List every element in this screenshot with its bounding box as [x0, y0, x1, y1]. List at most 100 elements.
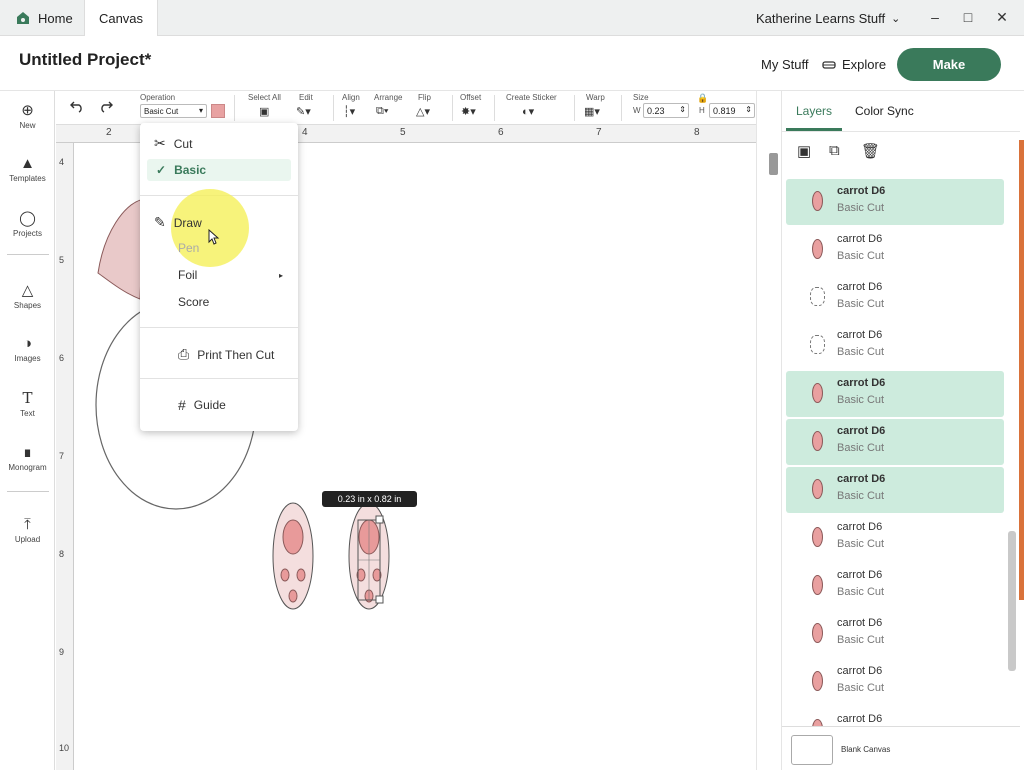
panel-scrollbar[interactable]: [1008, 531, 1016, 671]
resize-handle[interactable]: [375, 515, 384, 524]
dropdown-cut-header: ✂ Cut: [140, 135, 298, 152]
layer-row[interactable]: carrot D6 Basic Cut: [786, 611, 1004, 657]
color-swatch[interactable]: [211, 104, 225, 118]
bunny-foot-left[interactable]: [272, 502, 314, 610]
layer-row[interactable]: carrot D6 Basic Cut: [786, 659, 1004, 705]
explore-link[interactable]: Explore: [822, 57, 886, 72]
mouse-cursor-icon: [208, 229, 220, 245]
account-menu[interactable]: Katherine Learns Stuff ⌄: [756, 11, 900, 26]
select-all-icon[interactable]: ▣: [259, 105, 269, 118]
layer-row[interactable]: carrot D6 Basic Cut: [786, 323, 1004, 369]
height-value: 0.819: [713, 106, 736, 116]
layer-operation: Basic Cut: [837, 442, 885, 454]
blank-canvas-row[interactable]: Blank Canvas: [782, 726, 1020, 770]
lock-icon[interactable]: 🔒: [697, 93, 708, 104]
canvas-scrollbar[interactable]: [756, 91, 781, 770]
undo-icon[interactable]: [69, 99, 85, 113]
bunny-ear-shape[interactable]: [97, 198, 145, 300]
blank-canvas-label: Blank Canvas: [841, 745, 891, 754]
select-all-label: Select All: [248, 93, 281, 102]
account-name: Katherine Learns Stuff: [756, 11, 886, 26]
tab-canvas[interactable]: Canvas: [84, 0, 158, 36]
sidebar-item-label: Monogram: [8, 463, 47, 472]
bunny-foot-right[interactable]: [348, 502, 390, 610]
toolbar-divider: [452, 95, 453, 121]
flip-icon[interactable]: △▾: [416, 105, 430, 118]
ruler-number: 4: [59, 157, 65, 167]
layer-row[interactable]: carrot D6 Basic Cut: [786, 563, 1004, 609]
minimize-icon[interactable]: –: [925, 9, 945, 25]
close-icon[interactable]: ✕: [992, 9, 1012, 26]
operation-select[interactable]: Basic Cut ▾: [140, 104, 207, 118]
layer-operation: Basic Cut: [837, 394, 885, 406]
layer-operation: Basic Cut: [837, 682, 885, 694]
align-icon[interactable]: ┆▾: [343, 105, 355, 118]
toolbar-divider: [494, 95, 495, 121]
layer-row[interactable]: carrot D6 Basic Cut: [786, 227, 1004, 273]
trash-icon[interactable]: 🗑: [861, 142, 880, 160]
window-edge-orange: [1019, 140, 1024, 600]
layer-operation: Basic Cut: [837, 202, 885, 214]
ruler-number: 2: [106, 127, 112, 138]
maximize-icon[interactable]: □: [958, 9, 978, 25]
layer-thumbnail: [810, 287, 825, 306]
layer-name: carrot D6: [837, 521, 883, 533]
layer-row[interactable]: carrot D6 Basic Cut: [786, 515, 1004, 561]
sidebar-item-label: Text: [20, 409, 35, 418]
layer-list: carrot D6 Basic Cut carrot D6 Basic Cut carr…: [782, 179, 1020, 734]
arrange-icon[interactable]: ⧉▾: [376, 105, 388, 118]
operation-label: Operation: [140, 93, 176, 102]
layer-row[interactable]: carrot D6 Basic Cut: [786, 419, 1004, 465]
sticker-icon[interactable]: ◐▾: [522, 105, 534, 118]
warp-icon[interactable]: ▦▾: [584, 105, 600, 118]
toolbar-divider: [234, 95, 235, 121]
make-button[interactable]: Make: [897, 48, 1001, 81]
layer-row[interactable]: carrot D6 Basic Cut: [786, 275, 1004, 321]
flip-label: Flip: [418, 93, 431, 102]
sidebar-item-templates[interactable]: ▲ Templates: [0, 155, 55, 183]
toolbar-divider: [621, 95, 622, 121]
dropdown-item-print-then-cut[interactable]: ⎙ Print Then Cut: [140, 346, 298, 363]
sidebar-item-monogram[interactable]: ∎ Monogram: [0, 443, 55, 472]
my-stuff-link[interactable]: My Stuff: [761, 57, 808, 72]
tab-layers[interactable]: Layers: [796, 104, 832, 118]
tab-home[interactable]: Home: [0, 0, 84, 36]
layer-operation: Basic Cut: [837, 586, 885, 598]
dropdown-item-basic[interactable]: ✓ Basic: [140, 163, 298, 177]
sidebar-item-shapes[interactable]: △ Shapes: [0, 281, 55, 310]
pencil-icon: ✎: [154, 214, 166, 230]
foil-label: Foil: [178, 268, 198, 282]
offset-icon[interactable]: ✸▾: [461, 105, 476, 118]
resize-handle[interactable]: [375, 595, 384, 604]
layer-name: carrot D6: [837, 473, 886, 485]
pencil-icon[interactable]: ✎▾: [296, 105, 311, 118]
duplicate-icon[interactable]: ⧉: [829, 142, 840, 159]
cricut-home-icon: [17, 12, 29, 24]
layer-row[interactable]: carrot D6 Basic Cut: [786, 371, 1004, 417]
sidebar-item-projects[interactable]: ◯ Projects: [0, 209, 55, 238]
chevron-down-icon: ⌄: [891, 13, 901, 25]
tab-color-sync[interactable]: Color Sync: [855, 104, 914, 118]
projects-icon: ◯: [19, 210, 36, 227]
explore-icon: [822, 60, 836, 69]
sidebar-item-label: Projects: [13, 229, 42, 238]
layer-operation: Basic Cut: [837, 490, 885, 502]
height-input[interactable]: 0.819 ⇕: [709, 103, 755, 118]
dropdown-item-guide[interactable]: # Guide: [140, 397, 298, 413]
sidebar-item-images[interactable]: ◑ Images: [0, 335, 55, 363]
sidebar-item-new[interactable]: ⊕ New: [0, 101, 55, 130]
draw-label: Draw: [173, 215, 202, 230]
layer-thumbnail: [812, 383, 823, 403]
layer-row[interactable]: carrot D6 Basic Cut: [786, 467, 1004, 513]
scrollbar-thumb[interactable]: [769, 153, 778, 175]
redo-icon[interactable]: [98, 99, 114, 113]
dropdown-item-foil[interactable]: Foil ▸: [140, 268, 298, 282]
layer-row[interactable]: carrot D6 Basic Cut: [786, 179, 1004, 225]
dropdown-item-score[interactable]: Score: [140, 295, 298, 309]
sidebar-item-upload[interactable]: ⤒ Upload: [0, 516, 55, 544]
width-input[interactable]: 0.23 ⇕: [643, 103, 689, 118]
sidebar-item-text[interactable]: T Text: [0, 389, 55, 418]
layer-name: carrot D6: [837, 617, 883, 629]
chevron-right-icon: ▸: [279, 270, 284, 280]
group-icon[interactable]: ▣: [797, 142, 811, 160]
